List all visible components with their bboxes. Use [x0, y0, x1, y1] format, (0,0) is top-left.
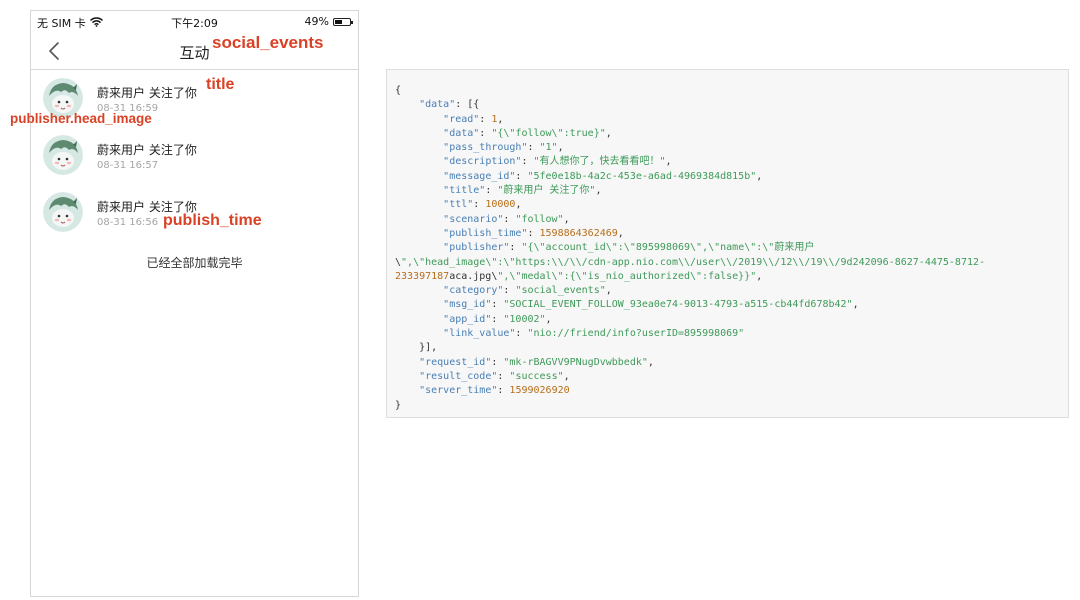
json-line: \",\"head_image\":\"https:\\/\\/cdn-app.… [395, 256, 986, 268]
notification-title: 蔚来用户 关注了你 [97, 86, 197, 100]
json-line: "data": [{ [419, 99, 480, 111]
annotation-head-image: publisher.head_image [10, 111, 152, 126]
json-line: "description": "有人想你了，快去看看吧！", [443, 156, 672, 168]
json-line: "data": "{\"follow\":true}", [443, 127, 612, 139]
json-line: "pass_through": "1", [443, 142, 564, 154]
json-line: "request_id": "mk-rBAGVV9PNugDvwbbedk", [419, 356, 654, 368]
avatar [43, 135, 83, 175]
avatar [43, 192, 83, 232]
annotation-category: social_events [212, 33, 324, 52]
json-line: "server_time": 1599026920 [419, 385, 570, 397]
json-line: "publish_time": 1598864362469, [443, 227, 624, 239]
json-line: "publisher": "{\"account_id\":\"89599806… [443, 242, 815, 254]
json-line: 233397187aca.jpg\",\"medal\":{\"is_nio_a… [395, 270, 763, 282]
json-line: { [395, 85, 402, 96]
json-code-block: { "data": [{ "read": 1, "data": "{\"foll… [395, 84, 985, 413]
battery-level [335, 19, 342, 24]
annotation-title: title [206, 76, 235, 93]
json-line: "title": "蔚来用户 关注了你", [443, 185, 602, 197]
json-line: "message_id": "5fe0e18b-4a2c-453e-a6ad-4… [443, 170, 763, 182]
notification-title: 蔚来用户 关注了你 [97, 143, 197, 157]
battery-icon [333, 17, 353, 26]
json-line: "result_code": "success", [419, 370, 570, 382]
status-bar: 无 SIM 卡 下午2:09 49% [31, 11, 358, 33]
load-complete-text: 已经全部加载完毕 [146, 256, 243, 270]
json-line: "category": "social_events", [443, 285, 612, 297]
phone-screen: 无 SIM 卡 下午2:09 49% 互动 蔚来用户 关注了你 08-31 16… [30, 10, 359, 597]
annotation-publish-time: publish_time [163, 212, 262, 229]
status-right: 49% [304, 15, 353, 28]
json-line: "msg_id": "SOCIAL_EVENT_FOLLOW_93ea0e74-… [443, 299, 859, 311]
json-line: "ttl": 10000, [443, 199, 522, 211]
battery-percent: 49% [304, 15, 329, 28]
notification-time: 08-31 16:56 [97, 217, 159, 228]
json-line: }], [395, 342, 438, 354]
notification-item[interactable]: 蔚来用户 关注了你 08-31 16:57 [31, 128, 358, 185]
json-code-panel: { "data": [{ "read": 1, "data": "{\"foll… [386, 69, 1069, 418]
json-line: "app_id": "10002", [443, 313, 552, 325]
json-line: "scenario": "follow", [443, 213, 570, 225]
json-line: "read": 1, [443, 113, 504, 125]
notification-time: 08-31 16:57 [97, 160, 159, 171]
json-line: } [395, 399, 402, 411]
json-line: "link_value": "nio://friend/info?userID=… [443, 328, 745, 340]
